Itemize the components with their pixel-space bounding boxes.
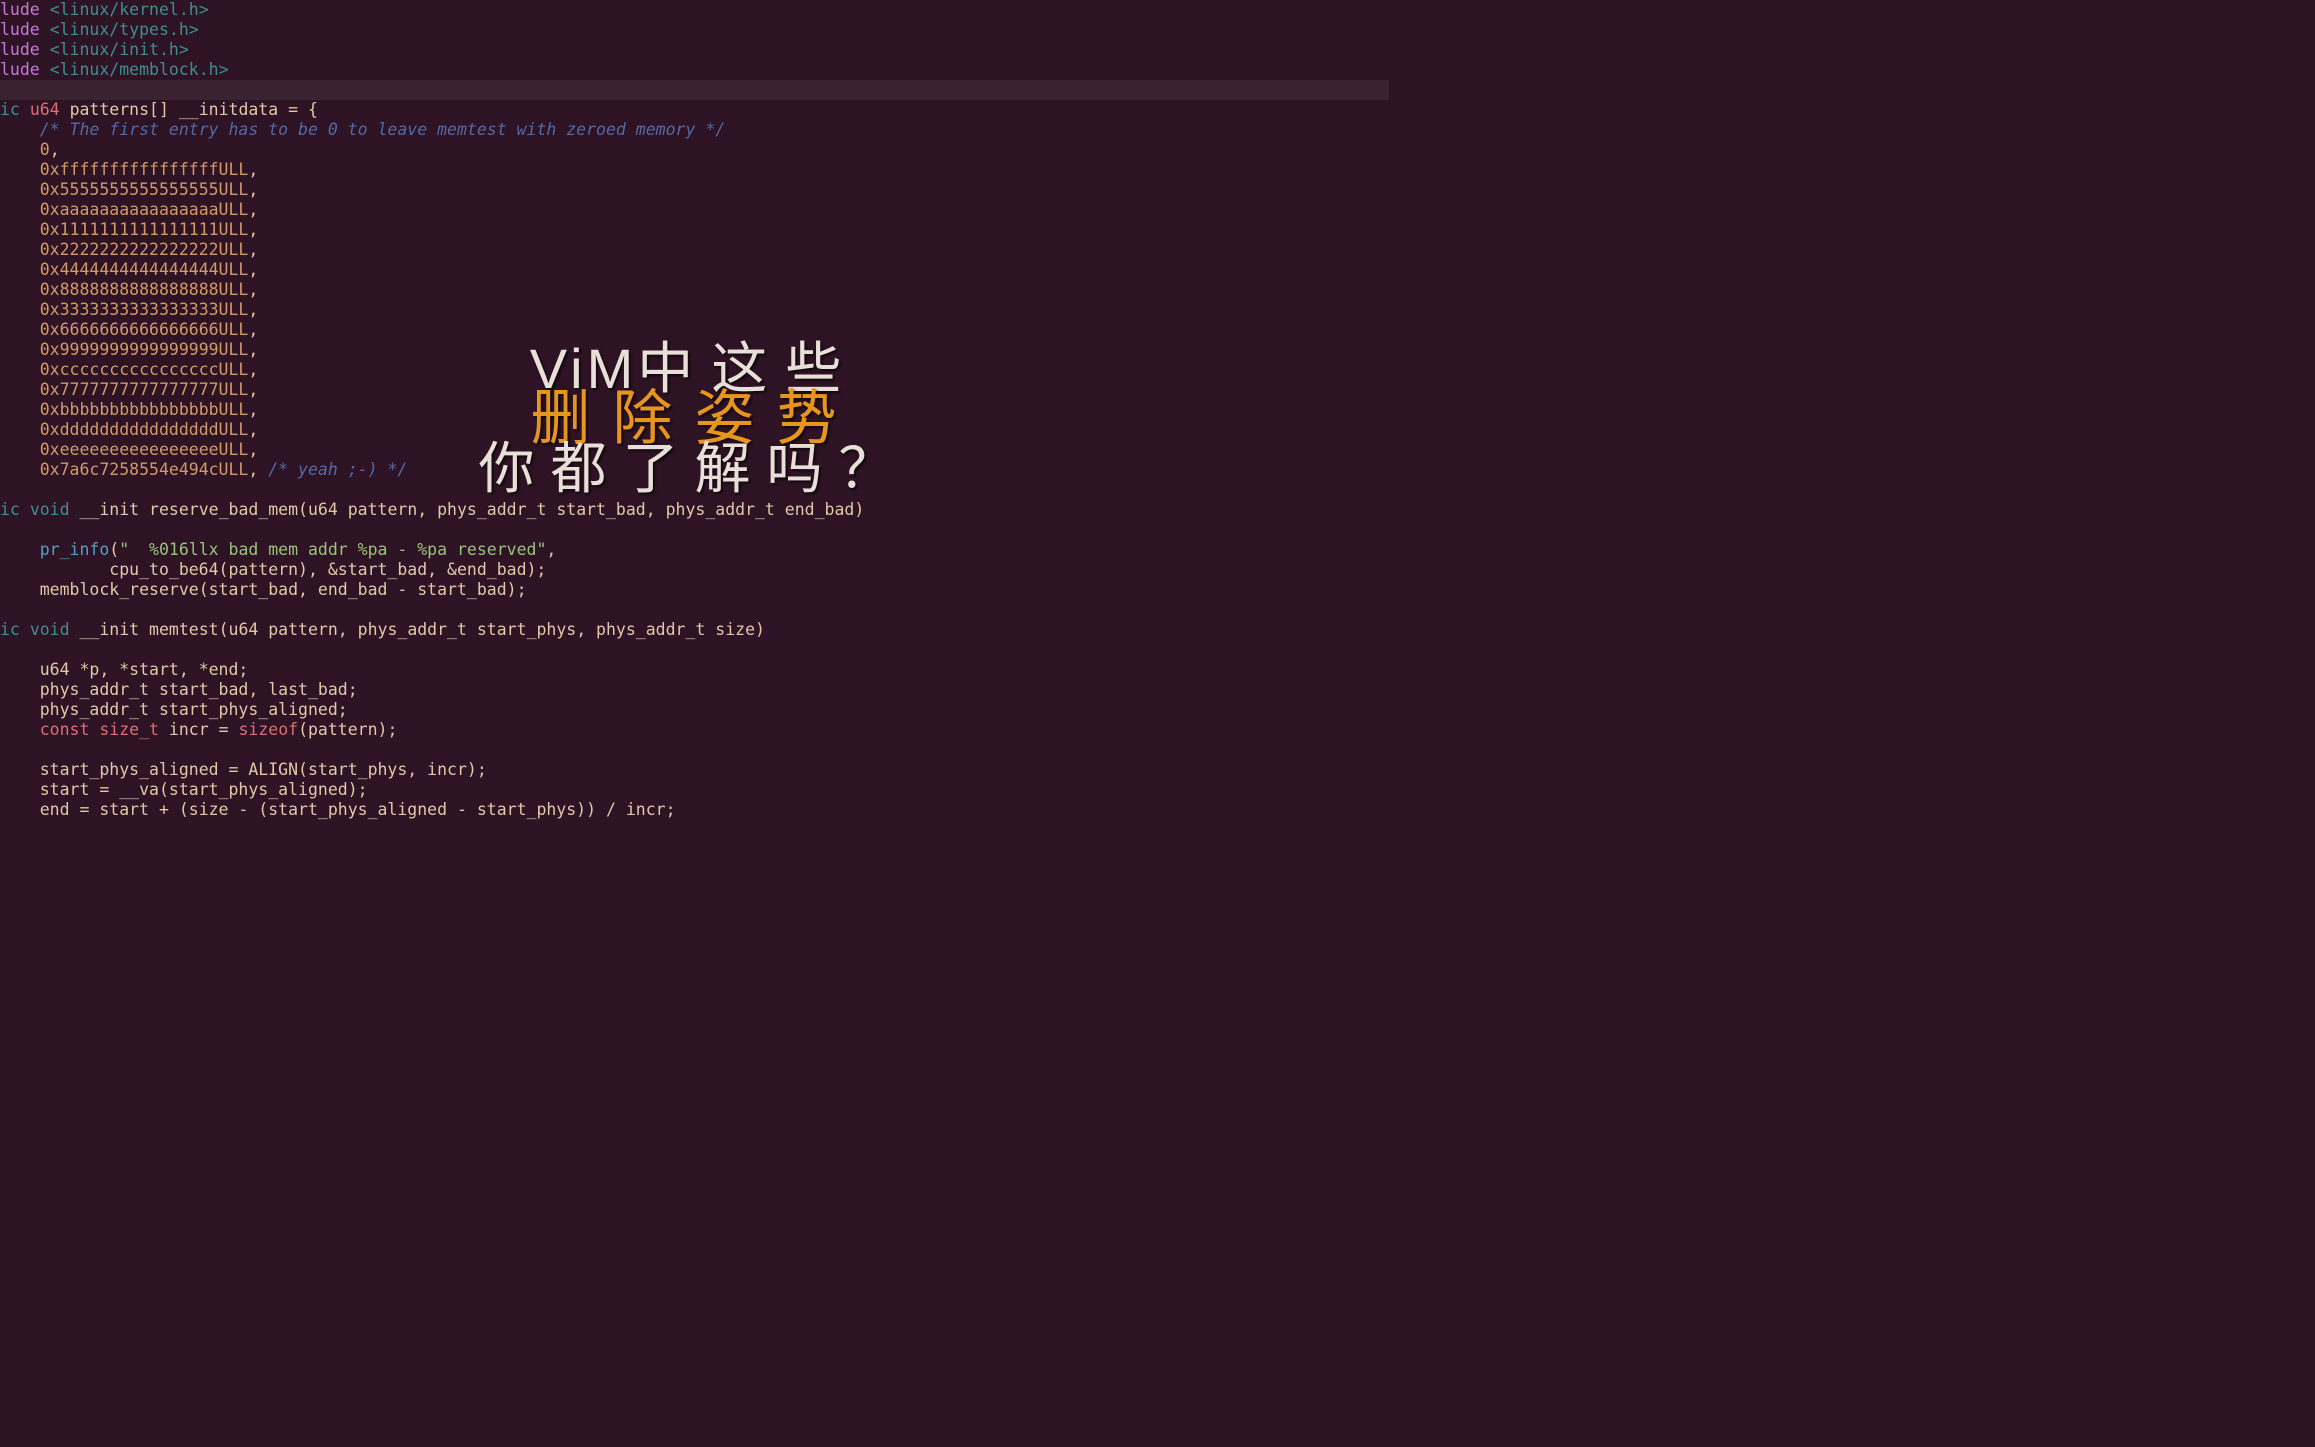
- code-editor[interactable]: lude <linux/kernel.h> lude <linux/types.…: [0, 0, 1389, 820]
- separator-bar: [0, 80, 1389, 100]
- patterns-comment: /* The first entry has to be 0 to leave …: [0, 120, 1389, 140]
- function-memtest: ic void __init memtest(u64 pattern, phys…: [0, 620, 1389, 820]
- patterns-declaration: ic u64 patterns[] __initdata = {: [0, 100, 1389, 120]
- include-lines: lude <linux/kernel.h> lude <linux/types.…: [0, 0, 1389, 80]
- patterns-first-entry: 0,: [0, 140, 1389, 160]
- blank-line: [0, 600, 1389, 620]
- function-reserve-bad-mem: ic void __init reserve_bad_mem(u64 patte…: [0, 500, 1389, 600]
- blank-line: [0, 480, 1389, 500]
- patterns-list: 0xffffffffffffffffULL, 0x555555555555555…: [0, 160, 1389, 480]
